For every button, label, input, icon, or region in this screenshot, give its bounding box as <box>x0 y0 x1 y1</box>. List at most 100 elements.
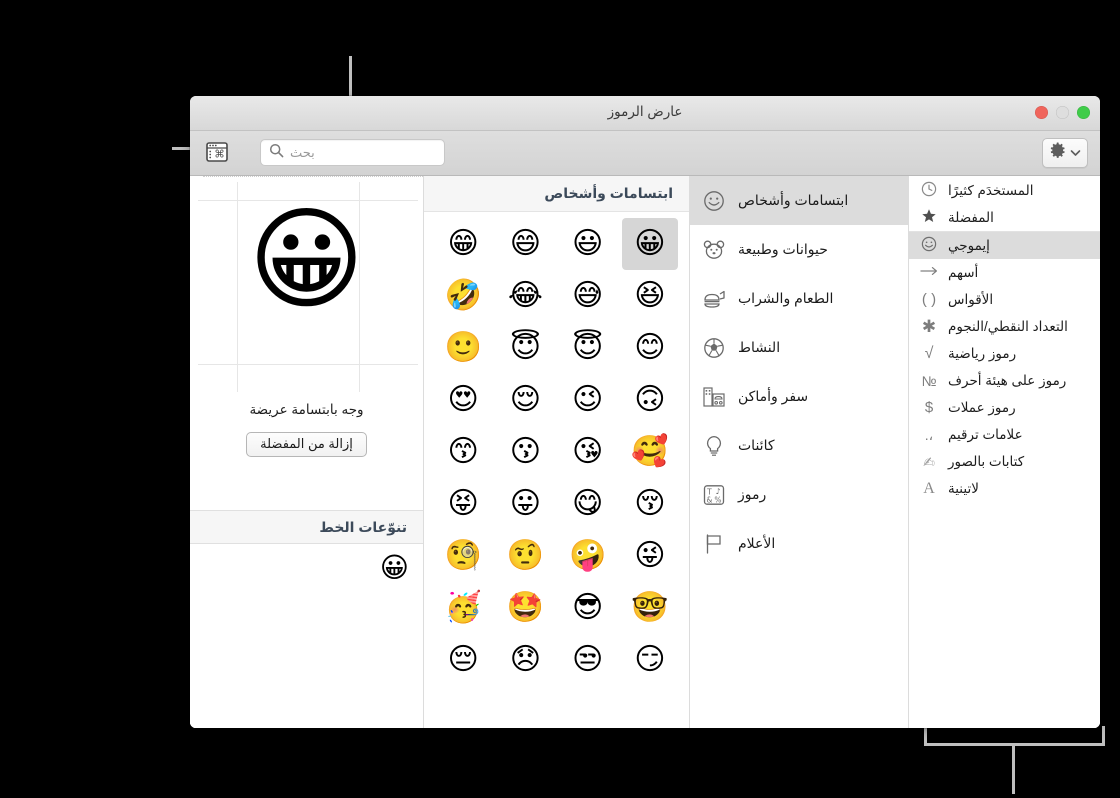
category-item-label: الأعلام <box>738 535 776 551</box>
sidebar-item-frequently-used[interactable]: المستخدَم كثيرًا <box>909 177 1100 204</box>
sidebar-item-latin[interactable]: A لاتينية <box>909 475 1100 502</box>
emoji-cell[interactable]: 🤪 <box>560 530 616 582</box>
category-item-food-drink[interactable]: الطعام والشراب <box>690 274 908 323</box>
minimize-button[interactable] <box>1077 106 1090 119</box>
sidebar-item-label: أسهم <box>948 264 979 280</box>
sidebar-item-pictographs[interactable]: ✍ كتابات بالصور <box>909 448 1100 475</box>
emoji-cell[interactable]: 🧐 <box>435 530 491 582</box>
emoji-cell[interactable]: 😒 <box>560 634 616 686</box>
sidebar-item-math-symbols[interactable]: √ رموز رياضية <box>909 340 1100 367</box>
remove-from-favorites-button[interactable]: إزالة من المفضلة <box>246 432 367 457</box>
category-item-flags[interactable]: الأعلام <box>690 519 908 568</box>
emoji-cell[interactable]: 😌 <box>497 374 553 426</box>
category-item-smileys-people[interactable]: ابتسامات وأشخاص <box>690 176 908 225</box>
emoji-cell[interactable]: 😎 <box>560 582 616 634</box>
window-controls <box>1035 106 1090 119</box>
preview-top: 😀 وجه بابتسامة عريضة إزالة من المفضلة <box>190 176 423 510</box>
zoom-button[interactable] <box>1056 106 1069 119</box>
emoji-cell[interactable]: 😂 <box>497 270 553 322</box>
punctuation-icon: ،. <box>924 426 934 443</box>
emoji-cell[interactable]: 😘 <box>560 426 616 478</box>
emoji-cell[interactable]: 😞 <box>497 634 553 686</box>
sidebar-item-label: المفضلة <box>948 209 994 225</box>
emoji-grid[interactable]: 😀 😃 😄 😁 😆 😅 😂 🤣 😊 😇 😇 🙂 🙃 😉 😌 😍 🥰 😘 😗 😙 … <box>424 212 689 728</box>
close-button[interactable] <box>1035 106 1048 119</box>
callout-bracket-sidebar <box>924 726 1105 746</box>
preview-glyph-name: وجه بابتسامة عريضة <box>249 402 364 417</box>
pictograph-icon: ✍ <box>923 453 935 470</box>
preview-glyph: 😀 <box>248 197 365 322</box>
sidebar-item-label: رموز على هيئة أحرف <box>948 372 1067 388</box>
category-item-activity[interactable]: النشاط <box>690 323 908 372</box>
chevron-down-icon <box>1070 144 1081 162</box>
emoji-cell[interactable]: 😚 <box>622 478 678 530</box>
star-icon <box>919 208 939 227</box>
emoji-cell[interactable]: 🥳 <box>435 582 491 634</box>
emoji-cell[interactable]: 😍 <box>435 374 491 426</box>
emoji-cell[interactable]: 🤣 <box>435 270 491 322</box>
emoji-cell[interactable]: 😅 <box>560 270 616 322</box>
emoji-cell[interactable]: 🤓 <box>622 582 678 634</box>
parentheses-icon: ( ) <box>921 291 937 308</box>
glyph-preview-box: 😀 <box>190 176 423 398</box>
sidebar-item-label: علامات ترقيم <box>948 426 1023 442</box>
emoji-cell[interactable]: 😜 <box>622 530 678 582</box>
emoji-cell[interactable]: 😔 <box>435 634 491 686</box>
emoji-cell[interactable]: 😙 <box>435 426 491 478</box>
title-bar: عارض الرموز <box>190 96 1100 131</box>
emoji-cell[interactable]: 😏 <box>622 634 678 686</box>
sidebar-item-letterlike-symbols[interactable]: № رموز على هيئة أحرف <box>909 367 1100 394</box>
category-item-travel-places[interactable]: سفر وأماكن <box>690 372 908 421</box>
category-item-animals-nature[interactable]: حيوانات وطبيعة <box>690 225 908 274</box>
emoji-category-list: ابتسامات وأشخاص حيوانات وطبيعة الطعام وا… <box>689 176 908 728</box>
sidebar-item-emoji[interactable]: إيموجي <box>909 232 1100 259</box>
character-preview-panel: 😀 وجه بابتسامة عريضة إزالة من المفضلة تن… <box>190 176 423 728</box>
category-item-label: رموز <box>738 486 767 502</box>
emoji-cell[interactable]: 😝 <box>435 478 491 530</box>
emoji-cell[interactable]: 😃 <box>560 218 616 270</box>
emoji-cell[interactable]: 😊 <box>622 322 678 374</box>
emoji-cell[interactable]: 🤨 <box>497 530 553 582</box>
character-palette-icon[interactable]: ⌘ <box>204 140 230 164</box>
search-input[interactable]: بحث <box>260 139 445 166</box>
svg-text:⌘: ⌘ <box>214 149 225 161</box>
svg-text:%: % <box>714 495 721 504</box>
animals-nature-icon <box>702 238 726 262</box>
sidebar-item-favorites[interactable]: المفضلة <box>909 204 1100 231</box>
sidebar-item-punctuation[interactable]: ،. علامات ترقيم <box>909 421 1100 448</box>
emoji-cell[interactable]: 😀 <box>621 218 678 270</box>
sidebar-item-bullets-stars[interactable]: ✱ التعداد النقطي/النجوم <box>909 313 1100 340</box>
window-body: المستخدَم كثيرًا المفضلة إيموجي أسهم ()… <box>190 176 1100 728</box>
food-drink-icon <box>702 287 726 311</box>
sidebar-item-arrows[interactable]: أسهم <box>909 259 1100 286</box>
emoji-cell[interactable]: 😇 <box>560 322 616 374</box>
sidebar-item-label: التعداد النقطي/النجوم <box>948 318 1068 334</box>
travel-places-icon <box>702 385 726 409</box>
emoji-cell[interactable]: 😗 <box>497 426 553 478</box>
settings-gear-button[interactable] <box>1042 138 1088 168</box>
font-variations-list: 😀 <box>190 544 423 728</box>
gear-icon <box>1050 142 1067 164</box>
sidebar-item-brackets[interactable]: ( ) الأقواس <box>909 286 1100 313</box>
font-variations-header: تنوّعات الخط <box>190 510 423 544</box>
emoji-cell[interactable]: 🥰 <box>622 426 678 478</box>
emoji-cell[interactable]: 😆 <box>622 270 678 322</box>
emoji-cell[interactable]: 😁 <box>435 218 491 270</box>
emoji-cell[interactable]: 😄 <box>497 218 553 270</box>
emoji-grid-panel: ابتسامات وأشخاص 😀 😃 😄 😁 😆 😅 😂 🤣 😊 😇 😇 🙂 … <box>423 176 689 728</box>
emoji-cell[interactable]: 🤩 <box>497 582 553 634</box>
emoji-cell[interactable]: 🙃 <box>622 374 678 426</box>
emoji-cell[interactable]: 😉 <box>560 374 616 426</box>
category-item-objects[interactable]: كائنات <box>690 421 908 470</box>
objects-icon <box>702 434 726 458</box>
emoji-cell[interactable]: 😋 <box>560 478 616 530</box>
emoji-cell[interactable]: 😇 <box>497 322 553 374</box>
emoji-cell[interactable]: 😛 <box>497 478 553 530</box>
category-item-symbols[interactable]: T ♪ & % رموز <box>690 470 908 519</box>
sidebar-item-label: رموز رياضية <box>948 345 1017 361</box>
emoji-cell[interactable]: 🙂 <box>435 322 491 374</box>
sidebar-item-currency-symbols[interactable]: $ رموز عملات <box>909 394 1100 421</box>
font-variation-cell[interactable]: 😀 <box>380 554 409 728</box>
asterisk-icon: ✱ <box>921 317 937 336</box>
smiley-outline-icon <box>919 236 939 255</box>
